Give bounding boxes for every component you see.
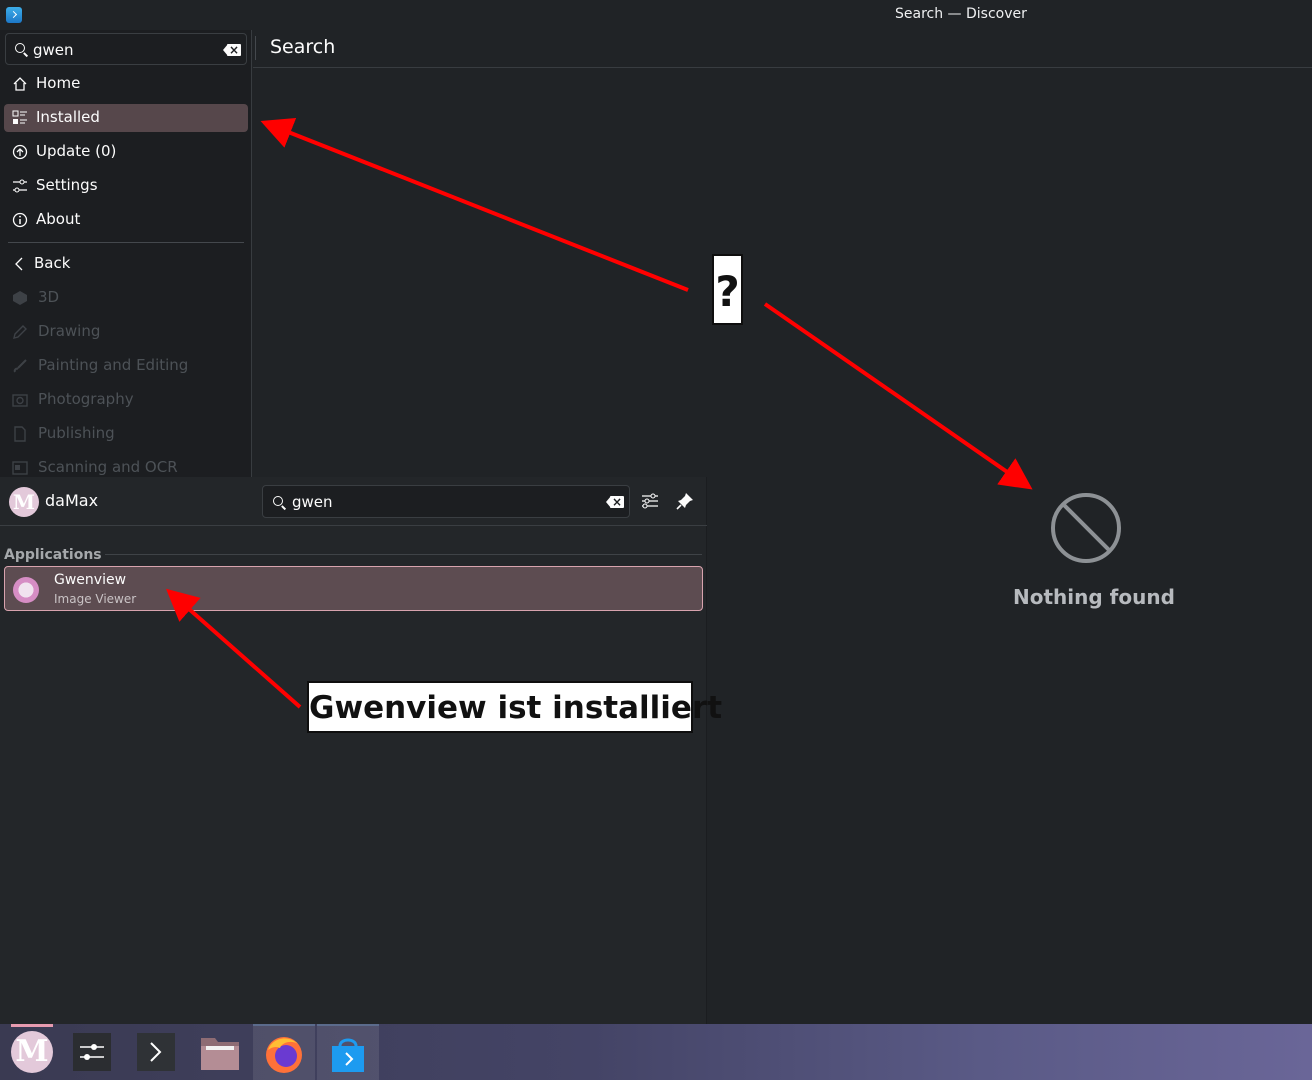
task-system-settings[interactable]: [61, 1024, 123, 1080]
back-label: Back: [34, 254, 71, 272]
sidebar-item-settings[interactable]: Settings: [4, 172, 248, 200]
result-description: Image Viewer: [54, 592, 137, 606]
category-scanning[interactable]: Scanning and OCR: [4, 454, 248, 477]
sidebar-item-update[interactable]: Update (0): [4, 138, 248, 166]
sidebar-item-about[interactable]: About: [4, 206, 248, 234]
sidebar-item-label: Update (0): [36, 142, 117, 160]
sidebar-search-value: gwen: [33, 41, 74, 59]
sidebar-divider: [8, 242, 244, 243]
sidebar-item-label: Settings: [36, 176, 98, 194]
cube-icon: [13, 291, 27, 305]
chevron-left-icon: [15, 257, 23, 271]
search-icon: [15, 43, 25, 53]
avatar[interactable]: M: [9, 487, 39, 517]
clear-icon[interactable]: ×: [606, 495, 624, 509]
category-photography[interactable]: Photography: [4, 386, 248, 414]
about-icon: [12, 212, 28, 228]
installed-icon: [12, 110, 27, 124]
gwenview-icon: [13, 577, 39, 603]
back-button[interactable]: Back: [4, 250, 248, 278]
arrow-to-installed: [260, 117, 689, 292]
task-discover[interactable]: [317, 1024, 379, 1080]
terminal-icon: [137, 1033, 175, 1071]
clear-icon[interactable]: ×: [223, 43, 241, 57]
application-launcher: M daMax gwen × Applications Gwenview Ima…: [0, 477, 707, 1024]
category-label: Publishing: [38, 424, 115, 442]
discover-icon: [6, 7, 22, 23]
result-item-gwenview[interactable]: Gwenview Image Viewer: [4, 566, 703, 611]
sidebar-item-home[interactable]: Home: [4, 70, 248, 98]
title-bar: Search — Discover: [0, 0, 1312, 30]
taskbar: M: [0, 1024, 1312, 1080]
annotation-question: ?: [712, 254, 743, 325]
camera-icon: [12, 394, 28, 407]
annotation-note: Gwenview ist installiert: [307, 681, 722, 733]
category-label: 3D: [38, 288, 60, 306]
discover-icon: [332, 1038, 364, 1072]
username: daMax: [45, 491, 99, 510]
sidebar-item-label: About: [36, 210, 81, 228]
category-publishing[interactable]: Publishing: [4, 420, 248, 448]
result-name: Gwenview: [54, 572, 127, 588]
arrow-to-nothing-found: [763, 302, 1033, 490]
pin-icon[interactable]: [675, 491, 695, 511]
category-label: Drawing: [38, 322, 101, 340]
sidebar: gwen × Home Installed Update (0) Setting…: [0, 30, 252, 477]
screen: Search — Discover gwen × Home Installed …: [0, 0, 1312, 1080]
launcher-button[interactable]: M: [7, 1024, 57, 1077]
update-icon: [12, 144, 28, 160]
search-icon: [273, 496, 283, 506]
launcher-logo: M: [11, 1031, 53, 1073]
task-file-manager[interactable]: [189, 1024, 251, 1080]
sidebar-item-installed[interactable]: Installed: [4, 104, 248, 132]
sidebar-search-input[interactable]: gwen ×: [5, 33, 247, 65]
category-label: Scanning and OCR: [38, 458, 178, 476]
home-icon: [13, 77, 27, 91]
firefox-icon: [266, 1037, 302, 1073]
settings-icon: [13, 179, 27, 193]
sidebar-item-label: Home: [36, 74, 81, 92]
launcher-search-value: gwen: [292, 493, 333, 511]
section-divider: [105, 554, 702, 555]
pencil-icon: [13, 325, 27, 339]
page-header: Search: [253, 30, 1312, 68]
window-title: Search — Discover: [895, 6, 1027, 22]
task-firefox[interactable]: [253, 1024, 315, 1080]
launcher-search-input[interactable]: gwen ×: [262, 485, 630, 518]
task-terminal[interactable]: [125, 1024, 187, 1080]
page-title: Search: [270, 36, 336, 58]
no-results-icon: [1051, 493, 1121, 563]
scanner-icon: [12, 461, 28, 475]
category-label: Painting and Editing: [38, 356, 189, 374]
category-3d[interactable]: 3D: [4, 284, 248, 312]
category-label: Photography: [38, 390, 134, 408]
sidebar-item-label: Installed: [36, 108, 100, 126]
filter-settings-icon[interactable]: [640, 491, 660, 511]
launcher-header: M daMax gwen ×: [0, 477, 707, 526]
system-settings-icon: [73, 1033, 111, 1071]
category-painting[interactable]: Painting and Editing: [4, 352, 248, 380]
brush-icon: [13, 359, 27, 373]
category-drawing[interactable]: Drawing: [4, 318, 248, 346]
section-heading: Applications: [4, 547, 102, 563]
document-icon: [14, 426, 26, 442]
empty-state-label: Nothing found: [1013, 585, 1175, 609]
file-manager-icon: [201, 1038, 239, 1070]
